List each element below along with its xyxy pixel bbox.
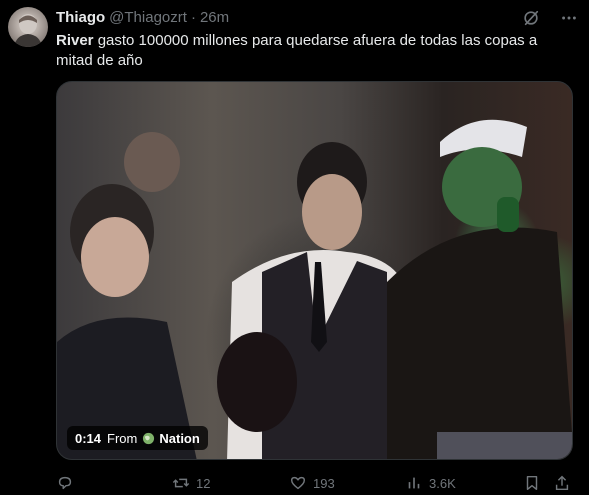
like-count: 193 (313, 475, 335, 491)
tweet-text: River gasto 100000 millones para quedars… (56, 31, 576, 71)
views-count: 3.6K (429, 475, 456, 491)
header-icons (521, 7, 579, 29)
from-label: From (107, 430, 138, 446)
views-icon (408, 477, 420, 489)
like-icon (290, 476, 306, 490)
video-source[interactable]: Nation (159, 431, 199, 446)
action-bar: 12 193 3.6K (56, 473, 576, 493)
avatar[interactable] (8, 7, 48, 47)
timestamp[interactable]: 26m (200, 8, 229, 28)
retweet-icon (172, 478, 190, 488)
share-button[interactable] (553, 473, 571, 493)
separator-dot: · (190, 9, 196, 26)
video-badge: 0:14 From Nation (67, 426, 208, 450)
bookmark-button[interactable] (523, 473, 541, 493)
bookmark-icon (526, 475, 538, 491)
tweet-text-bold: River (56, 32, 94, 49)
display-name[interactable]: Thiago (56, 8, 105, 28)
tweet[interactable]: Thiago @Thiagozrt · 26m River gasto 1000… (0, 0, 589, 495)
retweet-count: 12 (196, 475, 211, 491)
globe-icon (143, 432, 155, 444)
reply-icon (58, 476, 72, 490)
user-handle[interactable]: @Thiagozrt (109, 8, 187, 28)
tweet-header: Thiago @Thiagozrt · 26m (56, 7, 579, 29)
more-icon[interactable] (559, 8, 579, 28)
video-player[interactable]: 0:14 From Nation (56, 81, 573, 460)
tweet-text-rest: gasto 100000 millones para quedarse afue… (56, 32, 538, 69)
grok-slash-icon[interactable] (521, 8, 541, 28)
video-frame (57, 119, 572, 459)
reply-button[interactable] (56, 473, 80, 493)
share-icon (555, 475, 569, 491)
video-duration: 0:14 (75, 430, 102, 446)
retweet-button[interactable]: 12 (172, 473, 210, 493)
like-button[interactable]: 193 (289, 473, 335, 493)
views-button[interactable]: 3.6K (405, 473, 456, 493)
avatar-image (14, 14, 42, 47)
